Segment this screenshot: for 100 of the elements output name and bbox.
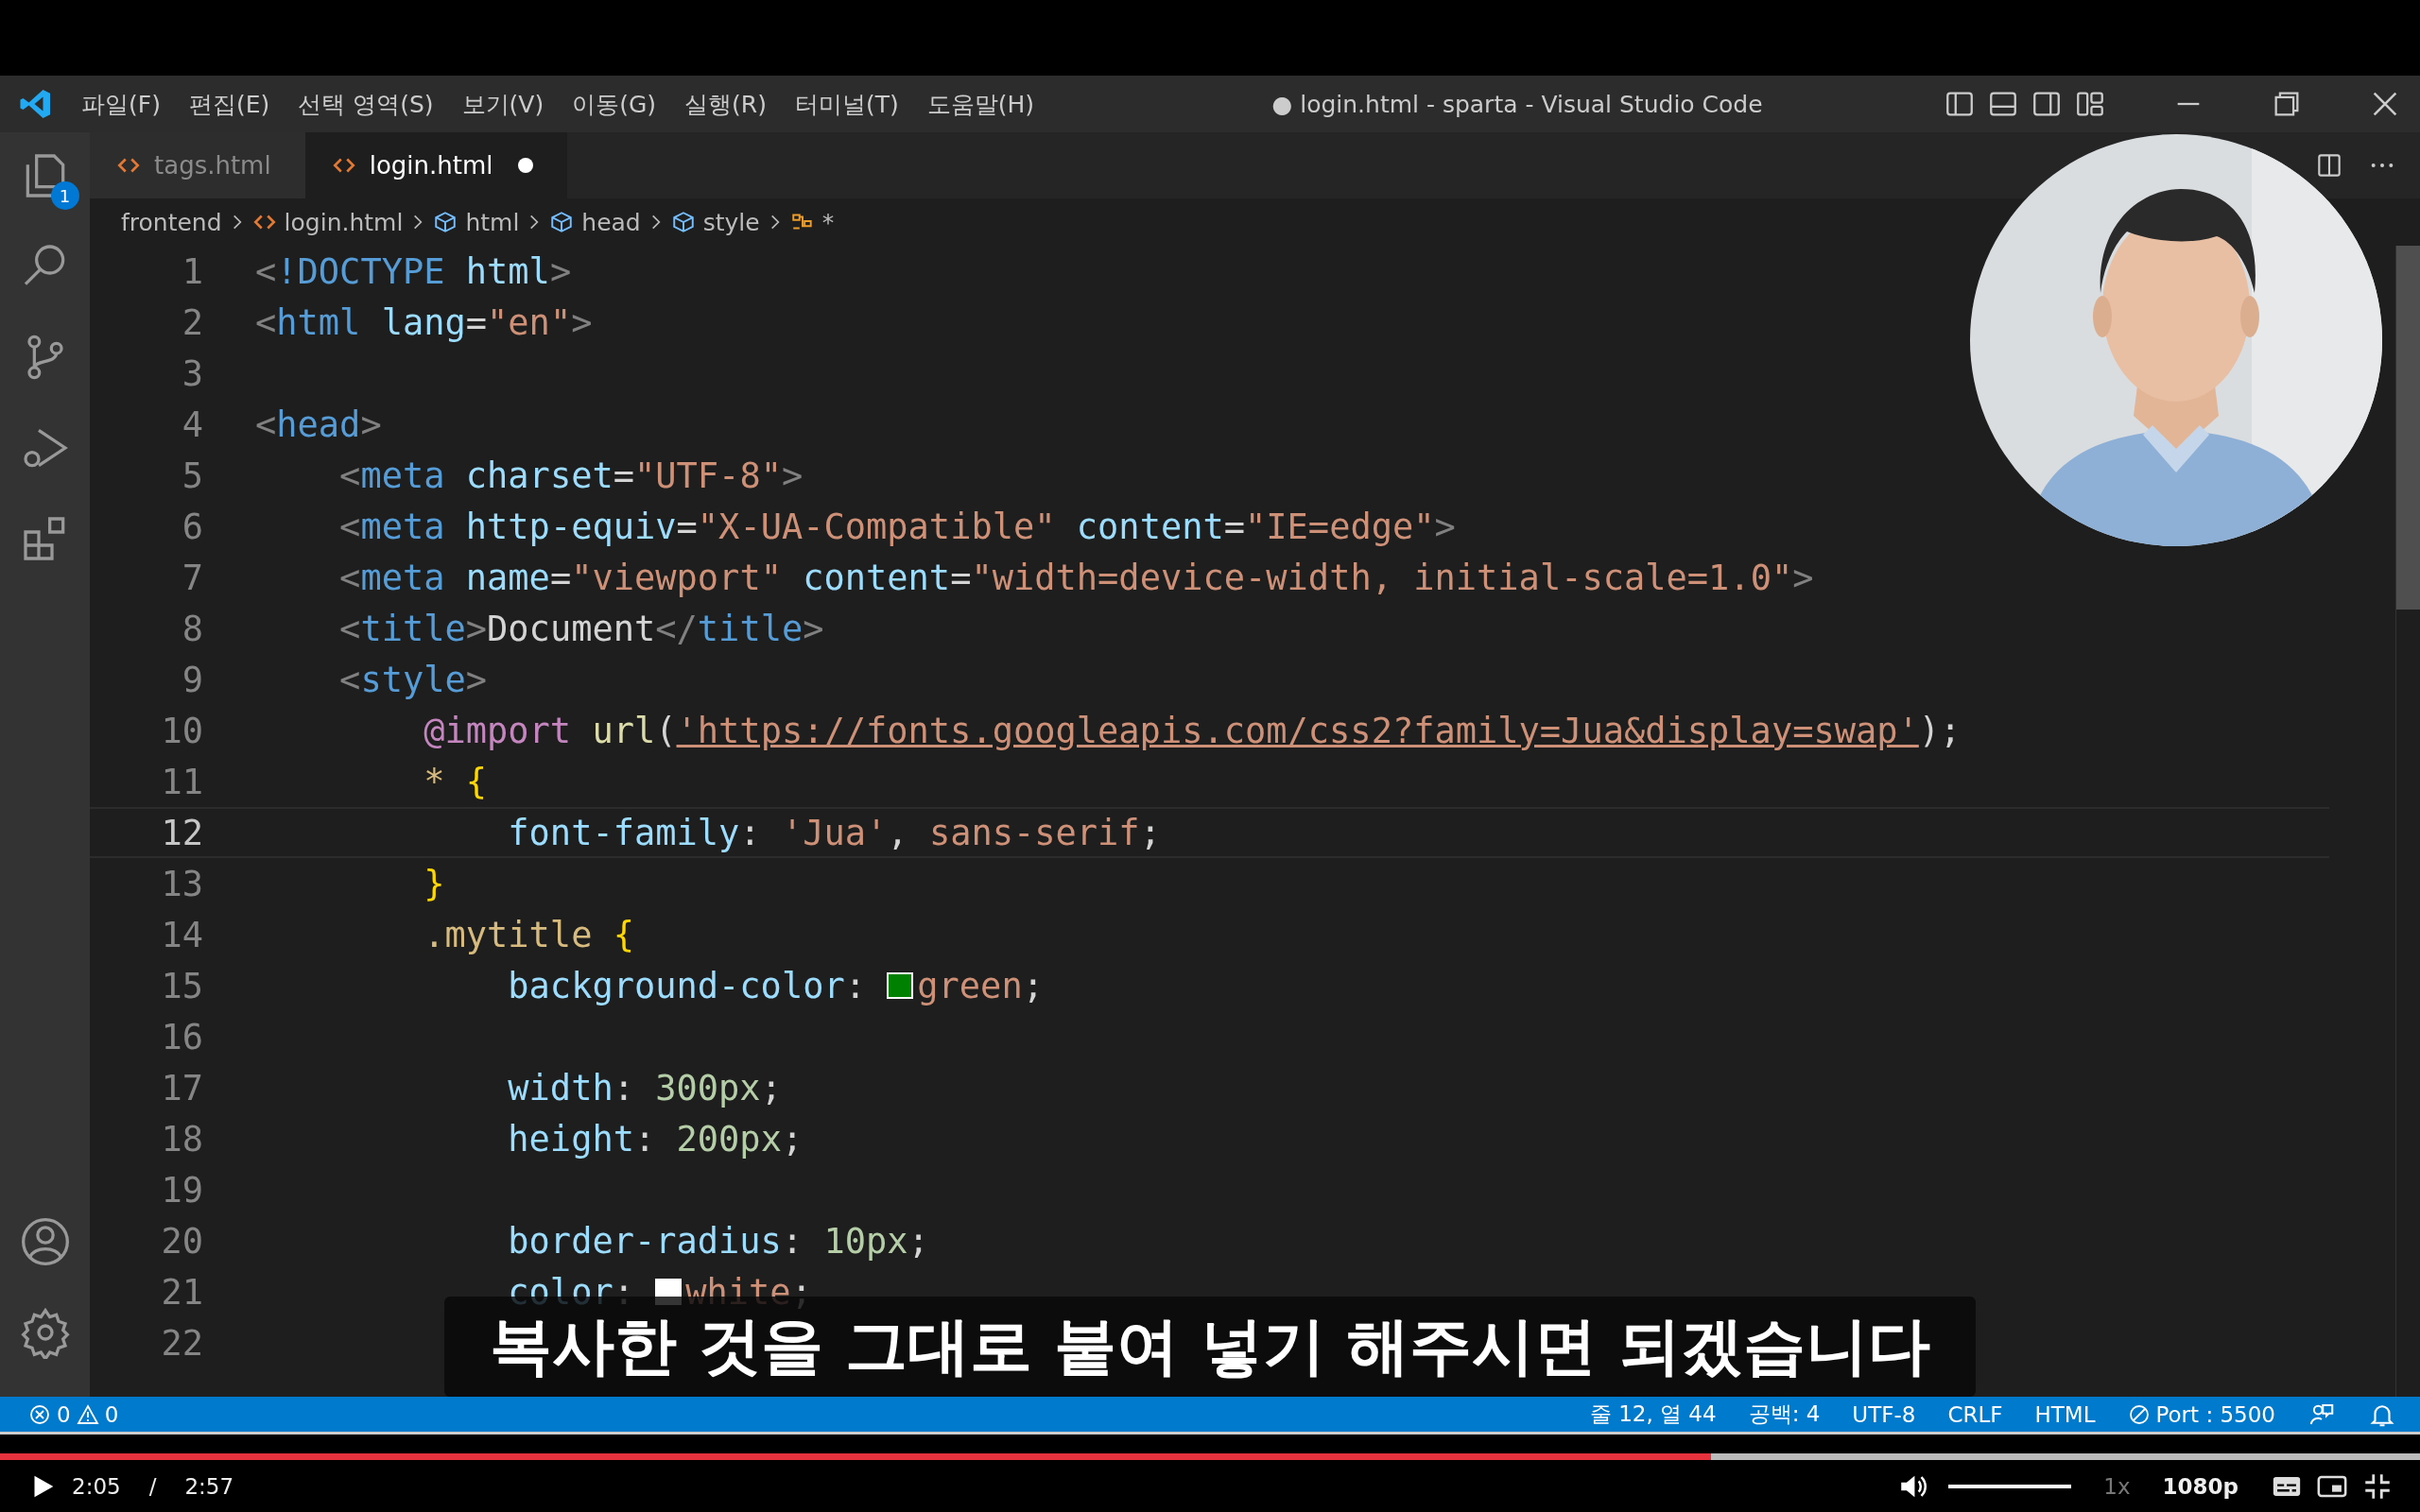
menu-item[interactable]: 파일(F): [81, 88, 161, 120]
code-token: meta: [360, 557, 445, 598]
breadcrumb-item[interactable]: frontend: [121, 208, 222, 236]
unsaved-dot-icon: [517, 158, 533, 173]
code-token: (: [655, 710, 677, 751]
code-token: ;: [760, 1067, 782, 1108]
line-number: 12: [160, 812, 203, 853]
menu-item[interactable]: 편집(E): [188, 88, 270, 120]
line-number: 21: [160, 1271, 203, 1313]
status-item[interactable]: Port : 5500: [2127, 1401, 2275, 1427]
code-token: 'https://fonts.googleapis.com/css2?family=Jua&display=swap': [676, 710, 1919, 751]
code-token: style: [360, 659, 466, 700]
line-number: 3: [181, 352, 203, 394]
menu-item[interactable]: 터미널(T): [794, 88, 899, 120]
code-token: ;: [908, 1220, 929, 1262]
error-icon: [28, 1402, 51, 1426]
line-number: 8: [181, 608, 203, 649]
breadcrumb-item[interactable]: login.html: [251, 208, 404, 236]
code-token: <: [338, 557, 361, 598]
time-separator: /: [148, 1473, 157, 1499]
color-swatch[interactable]: [887, 972, 914, 999]
code-token: sans-serif: [928, 812, 1140, 853]
code-token: </: [655, 608, 698, 649]
code-token: @import: [423, 710, 572, 751]
menu-item[interactable]: 선택 영역(S): [298, 88, 434, 120]
status-item[interactable]: HTML: [2034, 1401, 2096, 1427]
editor-tab[interactable]: login.html: [304, 132, 567, 198]
code-token: >: [781, 455, 804, 496]
code-token: background-color: [507, 965, 845, 1006]
line-number: 15: [160, 965, 203, 1006]
code-token: <: [255, 301, 277, 343]
code-token: >: [465, 659, 488, 700]
code-token: "UTF-8": [634, 455, 782, 496]
code-token: >: [1792, 557, 1814, 598]
warning-count[interactable]: 0: [104, 1401, 119, 1427]
code-token: height: [507, 1118, 634, 1160]
code-token: 200px: [676, 1118, 782, 1160]
line-number: 7: [181, 557, 203, 598]
current-time: 2:05: [72, 1473, 121, 1499]
window-title: ● login.html - sparta - Visual Studio Code: [1270, 90, 1764, 118]
line-number: 5: [181, 455, 203, 496]
scrollbar[interactable]: [2396, 246, 2420, 610]
status-item[interactable]: UTF-8: [1852, 1401, 1916, 1427]
breadcrumb-item[interactable]: head: [549, 208, 641, 236]
code-token: "viewport": [571, 557, 782, 598]
code-token: html: [464, 250, 550, 292]
code-token: ,: [887, 812, 909, 853]
breadcrumb-item[interactable]: html: [433, 208, 520, 236]
code-token: width: [507, 1067, 614, 1108]
code-token: <: [338, 506, 361, 547]
code-token: html: [276, 301, 361, 343]
code-token: <: [338, 659, 361, 700]
menu-item[interactable]: 도움말(H): [926, 88, 1034, 120]
code-token: lang: [380, 301, 466, 343]
code-token: >: [571, 301, 593, 343]
code-token: name: [464, 557, 550, 598]
code-token: <: [255, 250, 277, 292]
code-token: green: [917, 965, 1023, 1006]
code-token: =: [465, 301, 488, 343]
line-number: 2: [181, 301, 203, 343]
status-item[interactable]: 줄 12, 열 44: [1589, 1400, 1717, 1429]
code-token: =: [950, 557, 972, 598]
code-token: ;: [1022, 965, 1044, 1006]
code-token: <: [338, 608, 361, 649]
menu-item[interactable]: 이동(G): [572, 88, 657, 120]
menu-item[interactable]: 보기(V): [461, 88, 544, 120]
line-number: 19: [160, 1169, 203, 1211]
breadcrumb-item[interactable]: style: [670, 208, 760, 236]
volume-slider[interactable]: [1948, 1484, 2072, 1488]
code-token: content: [802, 557, 951, 598]
status-item[interactable]: CRLF: [1947, 1401, 2003, 1427]
code-token: :: [613, 1067, 635, 1108]
cube-icon: [670, 210, 696, 234]
code-token: <: [255, 404, 277, 445]
line-number: 17: [160, 1067, 203, 1108]
breadcrumb-item[interactable]: *: [789, 208, 835, 236]
code-token: =: [613, 455, 634, 496]
status-item[interactable]: 공백: 4: [1748, 1400, 1821, 1429]
code-token: ;: [1139, 812, 1161, 853]
code-token: "en": [487, 301, 572, 343]
code-token: :: [633, 1118, 657, 1160]
vscode-logo-icon: [19, 87, 53, 121]
code-token: >: [803, 608, 824, 649]
code-token: .mytitle: [423, 914, 593, 955]
code-token: !DOCTYPE: [276, 250, 445, 292]
prohibited-icon: [2127, 1402, 2151, 1426]
quality-setting[interactable]: 1080p: [2162, 1473, 2238, 1499]
line-number: 4: [181, 404, 203, 445]
line-number: 20: [160, 1220, 203, 1262]
line-number: 18: [160, 1118, 203, 1160]
code-token: "IE=edge": [1245, 506, 1435, 547]
code-token: charset: [464, 455, 614, 496]
code-token: *: [423, 761, 445, 802]
code-token: }: [423, 863, 445, 904]
error-count[interactable]: 0: [57, 1401, 71, 1427]
editor-tab[interactable]: tags.html: [90, 132, 305, 198]
menu-item[interactable]: 실행(R): [684, 88, 767, 120]
playback-speed[interactable]: 1x: [2103, 1473, 2131, 1499]
duration: 2:57: [184, 1473, 234, 1499]
code-token: :: [781, 1220, 804, 1262]
